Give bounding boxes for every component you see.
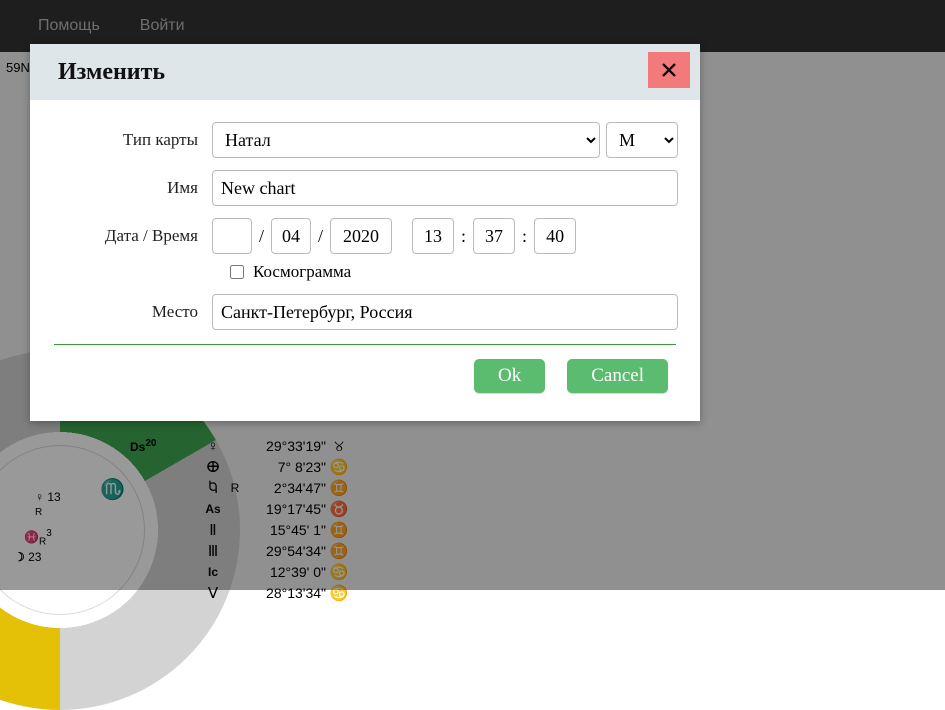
date-sep: /: [317, 226, 324, 247]
label-chart-type: Тип карты: [52, 130, 212, 150]
second-input[interactable]: [534, 218, 576, 254]
edit-modal: Изменить Тип карты Натал М Имя: [30, 44, 700, 421]
month-input[interactable]: [271, 218, 311, 254]
chart-type-select[interactable]: Натал: [212, 122, 600, 158]
time-sep: :: [460, 226, 467, 247]
day-input[interactable]: [212, 218, 252, 254]
label-place: Место: [52, 302, 212, 322]
gender-select[interactable]: М: [606, 122, 678, 158]
cosmogram-checkbox[interactable]: [230, 265, 244, 279]
name-input[interactable]: [212, 170, 678, 206]
modal-header: Изменить: [30, 44, 700, 100]
close-icon: [660, 61, 678, 79]
modal-title: Изменить: [58, 59, 165, 86]
label-datetime: Дата / Время: [52, 226, 212, 246]
close-button[interactable]: [648, 52, 690, 88]
minute-input[interactable]: [473, 218, 515, 254]
place-input[interactable]: [212, 294, 678, 330]
cancel-button[interactable]: Cancel: [567, 359, 668, 393]
divider: [54, 344, 676, 345]
date-sep: /: [258, 226, 265, 247]
ok-button[interactable]: Ok: [474, 359, 545, 393]
cosmogram-label: Космограмма: [253, 262, 351, 282]
hour-input[interactable]: [412, 218, 454, 254]
year-input[interactable]: [330, 218, 392, 254]
time-sep: :: [521, 226, 528, 247]
label-name: Имя: [52, 178, 212, 198]
